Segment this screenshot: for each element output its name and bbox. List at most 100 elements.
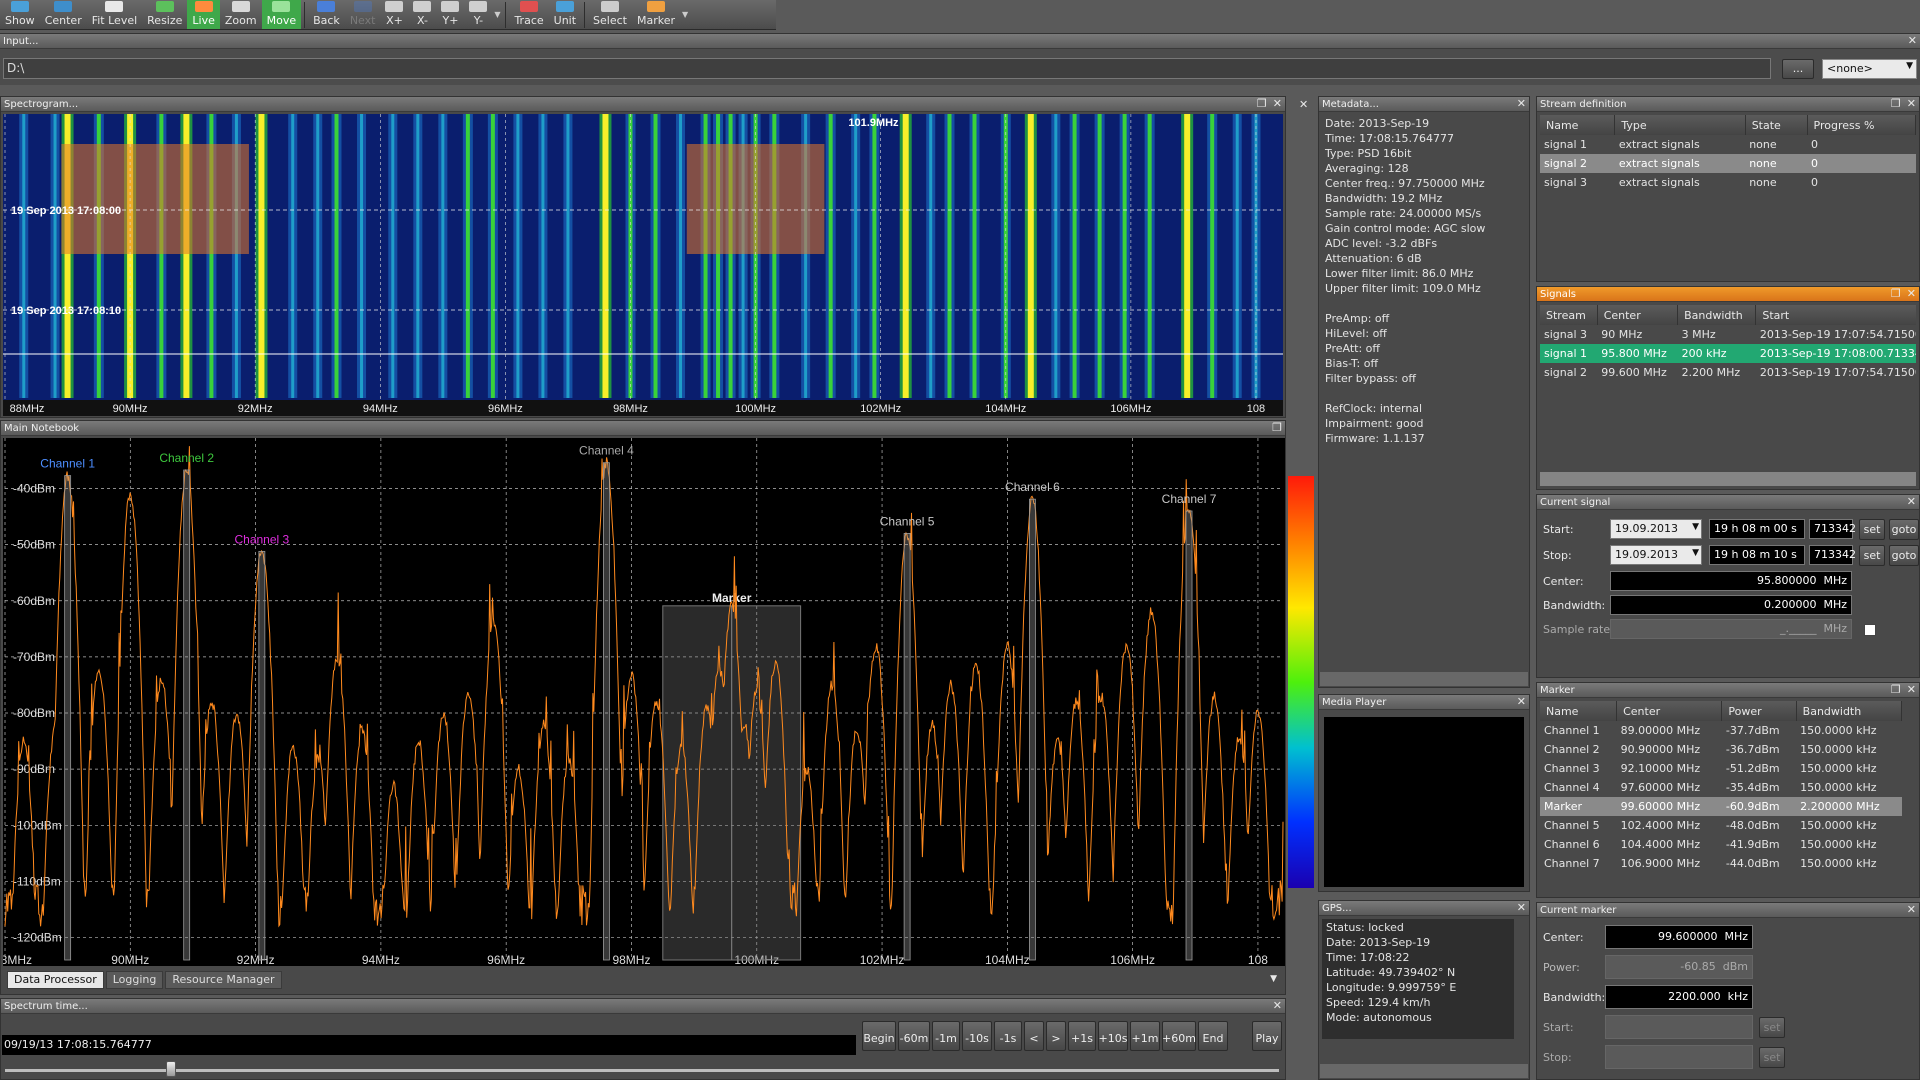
nav-minus-10s-button[interactable]: -10s [962,1021,992,1051]
marker-row[interactable]: Channel 3 92.10000 MHz -51.2dBm 150.0000 kH… [1540,759,1902,778]
stream-row[interactable]: signal 3 extract signals none 0 [1540,173,1916,192]
start-time-field[interactable]: 19 h 08 m 00 s [1709,519,1805,539]
input-combo[interactable]: <none> ▼ [1822,59,1917,79]
zoom-button[interactable]: Zoom [220,0,262,29]
nav-plusminus-60m-button[interactable]: +60m [1162,1021,1196,1051]
back-button[interactable]: Back [308,0,345,29]
maximize-icon[interactable]: ❐ [1891,288,1901,300]
channel-marker-band[interactable] [1185,510,1193,961]
x-button[interactable]: X- [408,0,436,29]
stream-row[interactable]: signal 1 extract signals none 0 [1540,135,1916,154]
center-field[interactable]: 95.800000 MHz [1610,571,1852,591]
tabs-menu-icon[interactable]: ▼ [1270,974,1277,984]
toolbar-overflow-icon[interactable]: ▼ [680,0,690,29]
marker-close-icon[interactable]: ✕ [1907,684,1916,696]
marker-row[interactable]: Marker 99.60000 MHz -60.9dBm 2.200000 MHz [1540,797,1902,816]
unit-button[interactable]: Unit [549,0,581,29]
stop-set-button[interactable]: set [1859,545,1885,566]
channel-marker-band[interactable] [903,533,911,961]
bandwidth-field[interactable]: 0.200000 MHz [1610,595,1852,615]
stop-date-field[interactable]: 19.09.2013 ▼ [1610,545,1702,565]
column-header[interactable]: Bandwidth [1677,305,1757,325]
stream-row[interactable]: signal 2 extract signals none 0 [1540,154,1916,173]
resize-button[interactable]: Resize [142,0,187,29]
tab-data-processor[interactable]: Data Processor [7,971,104,989]
marker-row[interactable]: Channel 1 89.00000 MHz -37.7dBm 150.0000 kH… [1540,721,1902,740]
channel-marker-band[interactable] [603,462,610,961]
maximize-icon[interactable]: ❐ [1891,684,1901,696]
move-button[interactable]: Move [261,0,302,29]
stop-us-field[interactable]: 713342 [1809,545,1856,565]
marker-row[interactable]: Channel 7 106.9000 MHz -44.0dBm 150.0000 kH… [1540,854,1902,873]
start-us-field[interactable]: 713342 [1809,519,1856,539]
input-close-icon[interactable]: ✕ [1908,35,1917,47]
marker-row[interactable]: Channel 4 97.60000 MHz -35.4dBm 150.0000 kH… [1540,778,1902,797]
y-button[interactable]: Y- [464,0,492,29]
stream-definition-close-icon[interactable]: ✕ [1907,98,1916,110]
column-header[interactable]: State [1745,115,1808,135]
channel-marker-band[interactable] [64,475,72,961]
calendar-dropdown-icon[interactable]: ▼ [1692,522,1699,532]
nav-next-button[interactable]: > [1046,1021,1066,1051]
nav-minus-60m-button[interactable]: -60m [898,1021,930,1051]
nav-minus-1m-button[interactable]: -1m [932,1021,960,1051]
marker-center-field[interactable]: 99.600000 MHz [1605,925,1753,949]
media-player-view[interactable] [1324,717,1524,887]
column-header[interactable]: Progress % [1807,115,1917,135]
live-button[interactable]: Live [187,0,220,29]
spectrum-chart[interactable]: -40dBm -50dBm -60dBm -70dBm -80dBm -90dBm -100… [3,438,1285,966]
show-button[interactable]: Show [0,0,40,29]
spectrogram-view[interactable]: 19 Sep 2013 17:08:00 19 Sep 2013 17:08:10… [3,114,1283,416]
column-header[interactable]: Center [1616,701,1723,721]
stop-goto-button[interactable]: goto [1889,545,1919,566]
gps-scrollbar[interactable] [1320,1064,1528,1078]
input-path-field[interactable]: D:\ [3,58,1771,79]
spectrum-time-close-icon[interactable]: ✕ [1273,1000,1282,1012]
column-header[interactable]: Start [1755,305,1916,325]
metadata-close-icon[interactable]: ✕ [1517,98,1526,110]
nav-plusminus-1m-button[interactable]: +1m [1130,1021,1160,1051]
signal-row[interactable]: signal 2 99.600 MHz 2.200 MHz 2013-Sep-19 1… [1540,363,1916,382]
tab-resource-manager[interactable]: Resource Manager [165,971,282,989]
calendar-dropdown-icon[interactable]: ▼ [1692,548,1699,558]
maximize-icon[interactable]: ❐ [1891,98,1901,110]
x-button[interactable]: X+ [380,0,408,29]
column-header[interactable]: Stream [1540,305,1598,325]
spectrum-time-value[interactable]: 09/19/13 17:08:15.764777 [2,1035,856,1055]
y-button[interactable]: Y+ [436,0,464,29]
nav-begin-button[interactable]: Begin [862,1021,896,1051]
fit-level-button[interactable]: Fit Level [87,0,142,29]
spectrogram-close-icon[interactable]: ✕ [1273,98,1282,110]
nav-plusminus-1s-button[interactable]: +1s [1068,1021,1096,1051]
signals-scrollbar[interactable] [1540,472,1916,486]
column-header[interactable]: Type [1614,115,1746,135]
marker-button[interactable]: Marker [632,0,680,29]
nav-minus-1s-button[interactable]: -1s [994,1021,1022,1051]
time-slider-thumb[interactable] [165,1061,176,1077]
signals-close-icon[interactable]: ✕ [1907,288,1916,300]
column-header[interactable]: Power [1721,701,1797,721]
center-button[interactable]: Center [40,0,87,29]
select-button[interactable]: Select [588,0,632,29]
signal-region-overlay[interactable] [61,144,249,254]
toolbar-overflow-icon[interactable]: ▼ [492,0,502,29]
stop-time-field[interactable]: 19 h 08 m 10 s [1709,545,1805,565]
start-set-button[interactable]: set [1859,519,1885,540]
start-goto-button[interactable]: goto [1889,519,1919,540]
marker-row[interactable]: Channel 2 90.90000 MHz -36.7dBm 150.0000 kH… [1540,740,1902,759]
nav-prev-button[interactable]: < [1024,1021,1044,1051]
tab-logging[interactable]: Logging [105,971,164,989]
input-browse-button[interactable]: ... [1782,59,1814,79]
channel-marker-band[interactable] [1029,498,1036,961]
signal-row[interactable]: signal 3 90 MHz 3 MHz 2013-Sep-19 17:07:54.… [1540,325,1916,344]
color-scale-close-icon[interactable]: ✕ [1299,98,1308,111]
nav-end-button[interactable]: End [1198,1021,1228,1051]
channel-marker-band[interactable] [258,550,266,961]
time-slider-track[interactable] [5,1069,1279,1072]
nav-plusminus-10s-button[interactable]: +10s [1098,1021,1128,1051]
column-header[interactable]: Name [1540,701,1618,721]
marker-row[interactable]: Channel 6 104.4000 MHz -41.9dBm 150.0000 kH… [1540,835,1902,854]
channel-marker-band[interactable] [183,469,191,961]
maximize-icon[interactable]: ❐ [1272,422,1282,434]
column-header[interactable]: Name [1540,115,1616,135]
